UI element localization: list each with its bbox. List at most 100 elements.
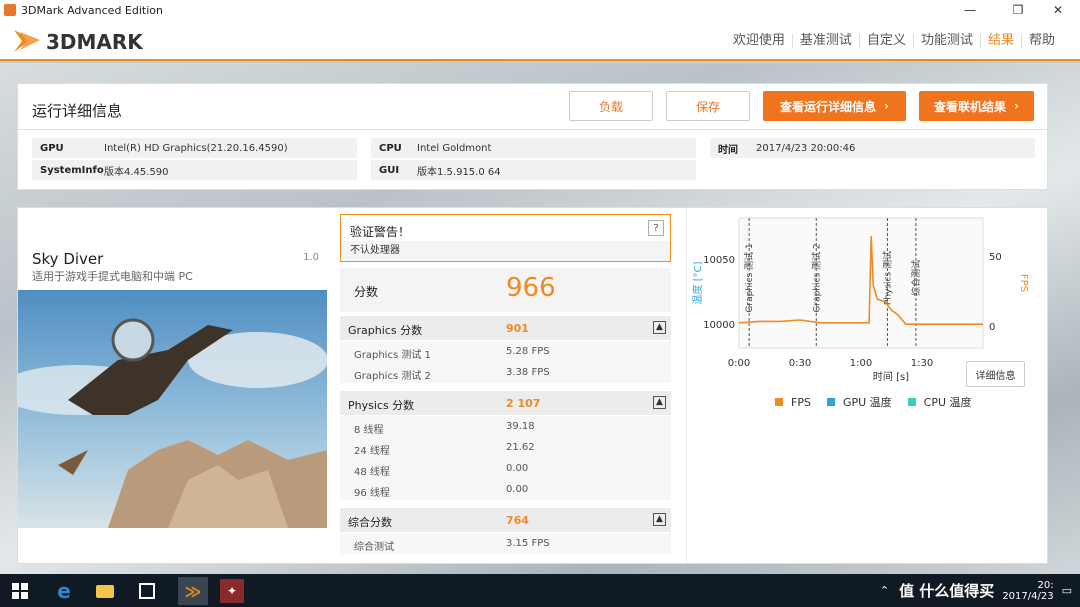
legend-swatch-cpu: [907, 398, 916, 406]
x-axis-label: 时间 [s]: [873, 370, 909, 383]
gui-value: 版本1.5.915.0 64: [417, 166, 501, 178]
gui-info: GUI 版本1.5.915.0 64: [371, 160, 696, 180]
cpu-info: CPU Intel Goldmont: [371, 138, 696, 158]
load-button[interactable]: 负载: [569, 91, 653, 121]
warning-detail: 不认处理器: [341, 241, 670, 261]
notification-icon[interactable]: ▭: [1062, 584, 1072, 597]
row-label: 24 线程: [354, 446, 390, 457]
y-tick-label: 10050: [703, 255, 735, 266]
nav-welcome[interactable]: 欢迎使用: [726, 33, 793, 48]
graphics-score-value: 901: [506, 322, 529, 335]
app-icon: [4, 4, 16, 16]
watermark-text: 值 什么值得买: [899, 582, 995, 600]
nav-custom[interactable]: 自定义: [860, 33, 914, 48]
gpu-info: GPU Intel(R) HD Graphics(21.20.16.4590): [32, 138, 357, 158]
phase-label: 综合测试: [910, 260, 922, 296]
view-online-button[interactable]: 查看联机结果 ›: [919, 91, 1034, 121]
chevron-up-icon[interactable]: ⌃: [880, 584, 889, 597]
svg-text:3DMARK: 3DMARK: [46, 30, 144, 54]
benchmark-card: Sky Diver 1.0 适用于游戏手提式电脑和中端 PC: [18, 242, 327, 528]
plot-area: [738, 217, 984, 349]
physics-score-value: 2 107: [506, 397, 541, 410]
nav-benchmarks[interactable]: 基准测试: [793, 33, 860, 48]
legend-label: FPS: [791, 395, 811, 409]
legend-swatch-fps: [775, 398, 783, 406]
collapse-physics-button[interactable]: ▲: [653, 396, 666, 409]
results-panel: Sky Diver 1.0 适用于游戏手提式电脑和中端 PC 验证警告！ ? 不…: [17, 207, 1048, 564]
table-row: 综合测试 3.15 FPS: [340, 533, 671, 554]
system-tray: ⌃ 值 什么值得买 20: 2017/4/23 ▭: [880, 574, 1072, 607]
collapse-combined-button[interactable]: ▲: [653, 513, 666, 526]
score-label: 分数: [354, 285, 379, 299]
row-label: 综合测试: [354, 542, 394, 553]
table-row: 48 线程 0.00: [340, 458, 671, 479]
gpu-value: Intel(R) HD Graphics(21.20.16.4590): [104, 142, 288, 154]
y-tick-label: 10000: [703, 320, 735, 331]
combined-score-label: 综合分数: [348, 516, 392, 529]
view-online-label: 查看联机结果: [934, 99, 1007, 114]
view-details-button[interactable]: 查看运行详细信息 ›: [763, 91, 906, 121]
x-tick-label: 0:30: [789, 358, 811, 369]
row-value: 5.28 FPS: [506, 346, 550, 357]
phase-label: Graphics 测试 2: [810, 243, 822, 312]
table-row: 8 线程 39.18: [340, 416, 671, 437]
run-details-panel: 运行详细信息 负载 保存 查看运行详细信息 › 查看联机结果 › GPU Int…: [17, 83, 1049, 190]
score-value: 966: [506, 273, 556, 303]
y2-tick-label: 0: [989, 322, 995, 333]
save-button[interactable]: 保存: [666, 91, 750, 121]
store-icon[interactable]: [135, 579, 159, 603]
chevron-right-icon: ›: [1014, 99, 1019, 113]
start-button[interactable]: [8, 579, 32, 603]
clock-time: 20:: [1037, 579, 1054, 591]
minimize-button[interactable]: —: [948, 0, 992, 20]
maximize-button[interactable]: ❐: [996, 0, 1040, 20]
row-label: Graphics 测试 2: [354, 371, 431, 382]
legend-item-fps: FPS: [775, 394, 811, 410]
clock[interactable]: 20: 2017/4/23: [1002, 580, 1053, 602]
app-header: 3DMARK 欢迎使用 基准测试 自定义 功能测试 结果 帮助: [0, 20, 1080, 61]
row-value: 3.15 FPS: [506, 538, 550, 549]
warning-title: 验证警告！: [350, 225, 411, 239]
benchmark-name: Sky Diver: [32, 250, 104, 268]
time-value: 2017/4/23 20:00:46: [756, 142, 856, 154]
close-button[interactable]: ✕: [1036, 0, 1080, 20]
help-button[interactable]: ?: [648, 220, 664, 236]
chevron-right-icon: ›: [884, 99, 889, 113]
phase-label: Graphics 测试 1: [743, 243, 755, 312]
main-nav: 欢迎使用 基准测试 自定义 功能测试 结果 帮助: [726, 20, 1062, 61]
app-taskbar-icon[interactable]: ✦: [220, 579, 244, 603]
3dmark-taskbar-icon[interactable]: ≫: [178, 577, 208, 605]
title-bar: 3DMark Advanced Edition — ❐ ✕: [0, 0, 1080, 20]
gpu-label: GPU: [40, 142, 64, 154]
nav-results[interactable]: 结果: [981, 33, 1022, 48]
view-details-label: 查看运行详细信息: [780, 99, 877, 114]
row-label: 48 线程: [354, 467, 390, 478]
x-tick-label: 1:30: [911, 358, 933, 369]
legend-label: GPU 温度: [842, 396, 892, 409]
table-row: 96 线程 0.00: [340, 479, 671, 500]
collapse-graphics-button[interactable]: ▲: [653, 321, 666, 334]
time-label: 时间: [718, 144, 738, 156]
row-value: 3.38 FPS: [506, 367, 550, 378]
validation-warning: 验证警告！ ? 不认处理器: [340, 214, 671, 262]
table-row: 24 线程 21.62: [340, 437, 671, 458]
details-button[interactable]: 详细信息: [966, 361, 1025, 387]
row-label: 96 线程: [354, 488, 390, 499]
legend-swatch-gpu: [826, 398, 835, 406]
divider: [18, 129, 1049, 130]
edge-icon[interactable]: e: [52, 579, 76, 603]
windows-icon: [12, 583, 28, 599]
gui-label: GUI: [379, 164, 400, 176]
legend-item-gpu-temp: GPU 温度: [826, 394, 892, 410]
row-value: 21.62: [506, 442, 535, 453]
x-tick-label: 1:00: [850, 358, 872, 369]
benchmark-hero-image: [18, 290, 327, 528]
y2-axis-label: FPS: [1018, 274, 1029, 292]
row-value: 0.00: [506, 463, 529, 474]
table-row: Graphics 测试 2 3.38 FPS: [340, 362, 671, 383]
y2-tick-label: 50: [989, 252, 1002, 263]
file-explorer-icon[interactable]: [93, 579, 117, 603]
sysinfo-info: SystemInfo 版本4.45.590: [32, 160, 357, 180]
nav-feature-tests[interactable]: 功能测试: [914, 33, 981, 48]
nav-help[interactable]: 帮助: [1022, 33, 1062, 48]
